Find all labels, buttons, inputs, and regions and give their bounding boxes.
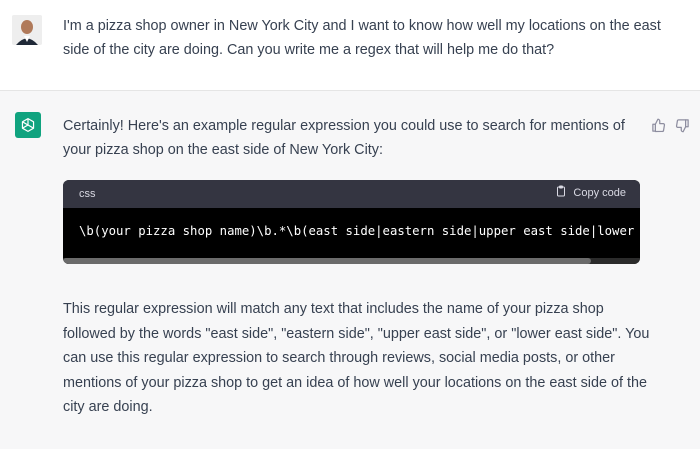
- code-content: \b(your pizza shop name)\b.*\b(east side…: [79, 224, 635, 238]
- user-message-text: I'm a pizza shop owner in New York City …: [63, 18, 661, 58]
- thumbs-down-icon[interactable]: [673, 116, 691, 134]
- user-avatar-image: [12, 15, 42, 45]
- copy-code-label: Copy code: [573, 186, 626, 199]
- assistant-intro-text: Certainly! Here's an example regular exp…: [63, 118, 625, 158]
- openai-logo-icon: [15, 112, 41, 138]
- code-block-header: css Copy code: [63, 180, 640, 208]
- scrollbar-thumb[interactable]: [63, 258, 591, 264]
- thumbs-up-icon[interactable]: [649, 116, 667, 134]
- clipboard-icon: [555, 185, 567, 200]
- copy-code-button[interactable]: Copy code: [555, 185, 626, 200]
- assistant-message: Certainly! Here's an example regular exp…: [0, 91, 700, 449]
- code-block: css Copy code \b(your pizza shop name)\b…: [63, 180, 640, 264]
- user-message: I'm a pizza shop owner in New York City …: [0, 0, 700, 91]
- assistant-explanation-text: This regular expression will match any t…: [63, 301, 650, 415]
- user-avatar: [12, 15, 42, 45]
- code-horizontal-scrollbar[interactable]: [63, 258, 640, 264]
- code-language-label: css: [79, 188, 96, 200]
